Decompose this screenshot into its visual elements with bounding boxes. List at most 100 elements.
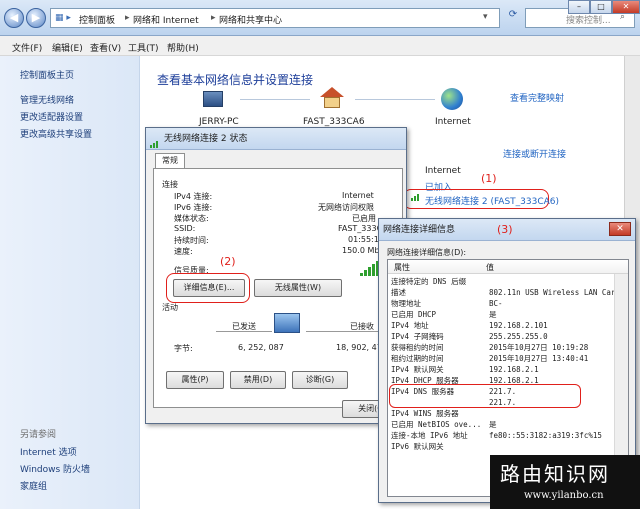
property-cell: 租约过期的时间: [391, 354, 444, 363]
annotation-3: (3): [497, 223, 513, 236]
table-row[interactable]: 连接特定的 DNS 后缀: [388, 276, 623, 287]
value-cell: 192.168.2.101: [489, 321, 548, 330]
table-row[interactable]: 描述 802.11n USB Wireless LAN Card: [388, 287, 623, 298]
breadcrumb-network-internet[interactable]: 网络和 Internet: [133, 13, 199, 26]
back-button[interactable]: ◀: [4, 8, 24, 28]
tab-general[interactable]: 常规: [155, 153, 185, 168]
address-bar[interactable]: ▦ ▸ 控制面板 ▸ 网络和 Internet ▸ 网络和共享中心 ▾: [50, 8, 500, 28]
menu-help[interactable]: 帮助(H): [167, 41, 199, 54]
value-cell: 802.11n USB Wireless LAN Card: [489, 288, 620, 297]
status-dialog-titlebar: 无线网络连接 2 状态: [146, 128, 406, 150]
ipv4-connection-value: Internet: [342, 191, 374, 200]
properties-button[interactable]: 属性(P): [166, 371, 224, 389]
property-cell: IPv4 默认网关: [391, 365, 444, 374]
network-activity-icon: [274, 313, 300, 333]
status-dialog: 无线网络连接 2 状态 常规 连接 IPv4 连接: Internet IPv6…: [145, 127, 407, 424]
value-cell: [486, 408, 623, 419]
diagnose-button[interactable]: 诊断(G): [292, 371, 348, 389]
table-row[interactable]: 已启用 NetBIOS ove... 是: [388, 419, 623, 430]
details-table: 连接特定的 DNS 后缀 描述 802.11n USB Wireless LAN C…: [388, 276, 623, 452]
sidebar-item-sharing-settings[interactable]: 更改高级共享设置: [20, 127, 92, 140]
minimize-button[interactable]: –: [568, 0, 590, 14]
close-button[interactable]: ✕: [612, 0, 640, 14]
wifi-signal-icon: [411, 194, 419, 204]
signal-bars-icon: [360, 261, 379, 279]
sidebar-item-firewall[interactable]: Windows 防火墙: [20, 462, 90, 475]
menu-tools[interactable]: 工具(T): [128, 41, 159, 54]
globe-icon: [441, 88, 463, 110]
home-router-icon: [320, 87, 344, 109]
wireless-connection-link[interactable]: 无线网络连接 2 (FAST_333CA6): [425, 194, 559, 207]
property-cell: 连接-本地 IPv6 地址: [391, 431, 468, 440]
menu-view[interactable]: 查看(V): [90, 41, 121, 54]
details-button[interactable]: 详细信息(E)...: [173, 279, 245, 297]
table-row[interactable]: IPv4 WINS 服务器: [388, 408, 623, 419]
sidebar-item-homegroup[interactable]: 家庭组: [20, 479, 47, 492]
table-row[interactable]: 物理地址 BC-: [388, 298, 623, 309]
sidebar-item-home[interactable]: 控制面板主页: [20, 68, 74, 81]
value-cell: 是: [489, 310, 497, 319]
status-panel: 连接 IPv4 连接: Internet IPv6 连接: 无网络访问权限 媒体…: [153, 168, 403, 408]
value-cell: BC-: [489, 299, 503, 308]
sent-separator: [216, 331, 272, 332]
bytes-label: 字节:: [174, 344, 193, 353]
breadcrumb-network-center[interactable]: 网络和共享中心: [219, 13, 282, 26]
node-internet-label: Internet: [435, 117, 471, 127]
computer-icon: [203, 91, 223, 107]
connection-fields: IPv4 连接: Internet IPv6 连接: 无网络访问权限 媒体状态:…: [162, 191, 398, 261]
breadcrumb-control-panel[interactable]: 控制面板: [79, 13, 115, 26]
watermark: 路由知识网 www.yilanbo.cn: [490, 455, 640, 509]
dropdown-icon[interactable]: ▾: [483, 12, 488, 22]
map-link-line: [355, 99, 435, 100]
value-cell: [486, 441, 623, 452]
disable-button[interactable]: 禁用(D): [230, 371, 286, 389]
see-also-title: 另请参阅: [20, 430, 57, 440]
property-cell: IPv4 WINS 服务器: [391, 409, 459, 418]
wireless-properties-button[interactable]: 无线属性(W): [254, 279, 342, 297]
sidebar-item-adapter-settings[interactable]: 更改适配器设置: [20, 110, 83, 123]
maximize-button[interactable]: □: [590, 0, 612, 14]
table-row[interactable]: IPv4 子网掩码 255.255.255.0: [388, 331, 623, 342]
ipv6-connection-value: 无网络访问权限: [318, 203, 374, 212]
title-bar: ◀ ▶ ▦ ▸ 控制面板 ▸ 网络和 Internet ▸ 网络和共享中心 ▾ …: [0, 0, 640, 36]
property-cell: IPv4 子网掩码: [391, 332, 444, 341]
column-value[interactable]: 值: [486, 262, 494, 273]
value-cell: fe80::55:3182:a319:3fc%15: [489, 431, 602, 440]
sidebar-item-manage-wireless[interactable]: 管理无线网络: [20, 93, 74, 106]
control-panel-icon: ▦ ▸: [55, 13, 71, 23]
details-caption: 网络连接详细信息(D):: [387, 248, 467, 257]
property-cell: IPv4 地址: [391, 321, 429, 330]
value-cell: [486, 276, 623, 287]
property-cell: 物理地址: [391, 299, 421, 308]
table-row[interactable]: 租约过期的时间 2015年10月27日 13:40:41: [388, 353, 623, 364]
forward-button[interactable]: ▶: [26, 8, 46, 28]
duration-label: 持续时间:: [174, 236, 209, 245]
node-pc-label: JERRY-PC: [199, 117, 239, 127]
table-row[interactable]: IPv4 地址 192.168.2.101: [388, 320, 623, 331]
value-cell: 2015年10月27日 13:40:41: [489, 354, 589, 363]
table-row[interactable]: 连接-本地 IPv6 地址 fe80::55:3182:a319:3fc%15: [388, 430, 623, 441]
sidebar-item-internet-options[interactable]: Internet 选项: [20, 445, 77, 458]
menu-file[interactable]: 文件(F): [12, 41, 42, 54]
connection-section-title: 连接: [162, 180, 178, 189]
refresh-icon[interactable]: ⟳: [505, 9, 521, 27]
table-row[interactable]: IPv6 默认网关: [388, 441, 623, 452]
connect-disconnect-link[interactable]: 连接或断开连接: [503, 147, 566, 160]
table-row[interactable]: 获得租约的时间 2015年10月27日 10:19:28: [388, 342, 623, 353]
property-cell: 描述: [391, 288, 406, 297]
menu-edit[interactable]: 编辑(E): [52, 41, 83, 54]
map-link-line: [240, 99, 310, 100]
value-cell: 192.168.2.1: [489, 365, 539, 374]
property-cell: 获得租约的时间: [391, 343, 444, 352]
breadcrumb-separator-icon: ▸: [211, 13, 216, 23]
full-map-link[interactable]: 查看完整映射: [510, 91, 564, 104]
details-close-icon[interactable]: ✕: [609, 222, 631, 236]
table-row[interactable]: 已启用 DHCP 是: [388, 309, 623, 320]
property-cell: 连接特定的 DNS 后缀: [391, 277, 467, 286]
page-title: 查看基本网络信息并设置连接: [157, 73, 314, 87]
column-property[interactable]: 属性: [394, 262, 410, 273]
speed-label: 速度:: [174, 247, 193, 256]
property-cell: IPv6 默认网关: [391, 442, 444, 451]
table-row[interactable]: IPv4 默认网关 192.168.2.1: [388, 364, 623, 375]
watermark-url: www.yilanbo.cn: [524, 490, 604, 501]
